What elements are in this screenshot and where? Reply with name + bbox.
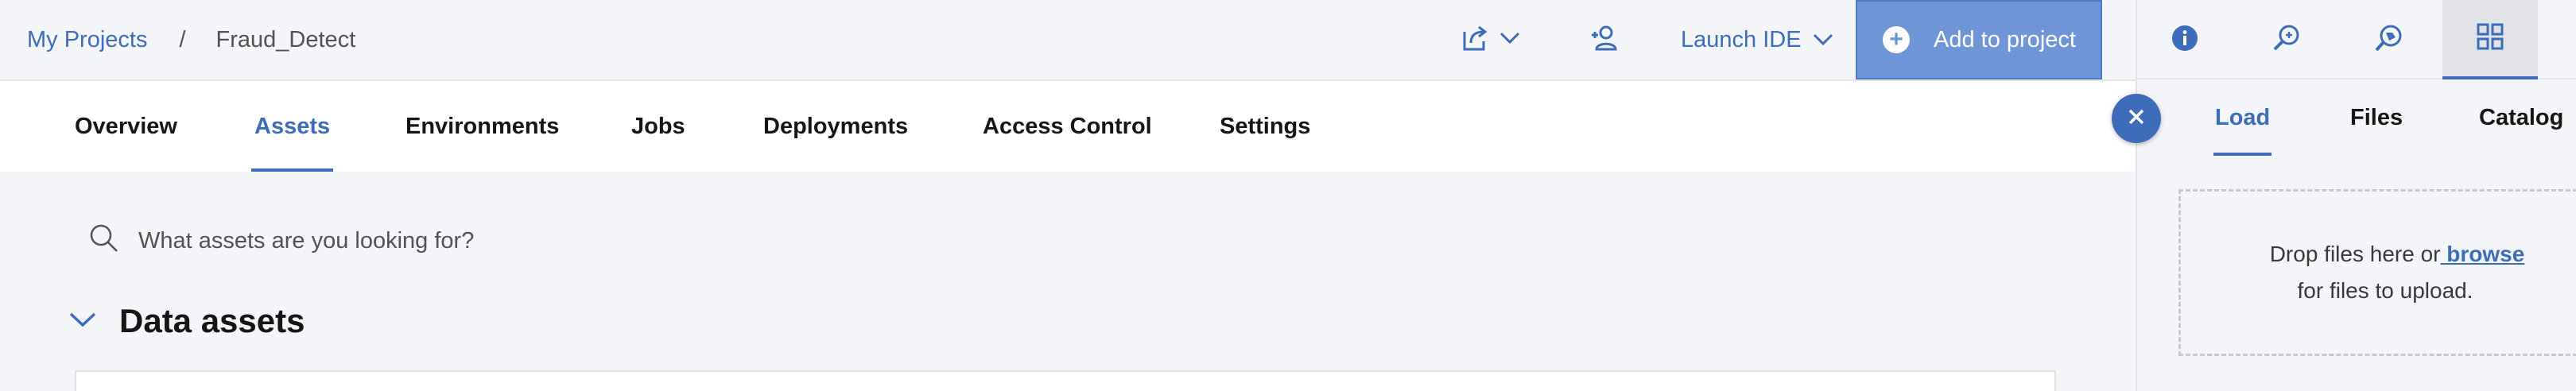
tab-load[interactable]: Load [2213, 79, 2272, 156]
add-collaborator-icon [1590, 24, 1619, 56]
info-button[interactable] [2137, 0, 2233, 79]
project-tabs: Overview Assets Environments Jobs Deploy… [0, 81, 2136, 172]
launch-ide-button[interactable]: Launch IDE [1681, 0, 1833, 79]
side-panel: Load Files Catalog Drop files here or br… [2136, 0, 2576, 391]
data-assets-panel [75, 370, 2056, 391]
chat-icon [2373, 23, 2403, 57]
add-collaborator-button[interactable] [1587, 22, 1622, 57]
add-circle-icon: + [1883, 26, 1910, 53]
search-input[interactable]: What assets are you looking for? [138, 228, 474, 254]
search-icon [87, 222, 119, 260]
data-grid-button[interactable] [2442, 0, 2538, 79]
tab-assets[interactable]: Assets [250, 81, 334, 172]
launch-ide-label: Launch IDE [1681, 26, 1802, 52]
breadcrumb: My Projects / Fraud_Detect [27, 0, 355, 79]
drop-prefix-text: Drop files here or [2269, 242, 2441, 266]
drop-zone-text: Drop files here or browse [2246, 236, 2525, 273]
breadcrumb-current-project: Fraud_Detect [215, 26, 356, 52]
top-bar: My Projects / Fraud_Detect Launch IDE + … [0, 0, 2136, 81]
section-title: Data assets [119, 302, 305, 339]
tab-catalog[interactable]: Catalog [2479, 79, 2563, 156]
asset-search[interactable]: What assets are you looking for? [87, 219, 474, 262]
chevron-down-icon[interactable] [68, 311, 97, 332]
chevron-down-icon [1813, 27, 1833, 53]
tab-environments[interactable]: Environments [405, 81, 559, 172]
add-to-project-button[interactable]: + Add to project [1856, 0, 2102, 79]
tab-files[interactable]: Files [2350, 79, 2403, 156]
data-grid-icon [2476, 22, 2504, 55]
search-data-button[interactable] [2239, 0, 2334, 79]
browse-link[interactable]: browse [2440, 242, 2524, 266]
tab-jobs[interactable]: Jobs [631, 81, 685, 172]
export-menu-button[interactable] [1461, 22, 1528, 57]
close-panel-button[interactable] [2112, 94, 2161, 143]
breadcrumb-my-projects[interactable]: My Projects [27, 27, 147, 53]
data-assets-section-header[interactable]: Data assets [68, 302, 305, 340]
side-panel-tabs: Load Files Catalog [2137, 79, 2576, 156]
tab-overview[interactable]: Overview [75, 81, 177, 172]
search-data-icon [2271, 23, 2302, 57]
tab-access-control[interactable]: Access Control [983, 81, 1152, 172]
add-to-project-label: Add to project [1934, 26, 2076, 52]
chat-button[interactable] [2341, 0, 2436, 79]
chevron-down-icon [1499, 31, 1520, 49]
file-drop-zone[interactable]: Drop files here or browse for files to u… [2178, 189, 2576, 356]
close-icon [2127, 107, 2146, 130]
breadcrumb-separator: / [179, 26, 186, 52]
tab-settings[interactable]: Settings [1220, 81, 1310, 172]
export-icon [1461, 24, 1490, 56]
tab-deployments[interactable]: Deployments [763, 81, 908, 172]
side-panel-toolbar [2137, 0, 2576, 79]
drop-suffix-text: for files to upload. [2297, 278, 2473, 303]
info-icon [2171, 25, 2198, 56]
